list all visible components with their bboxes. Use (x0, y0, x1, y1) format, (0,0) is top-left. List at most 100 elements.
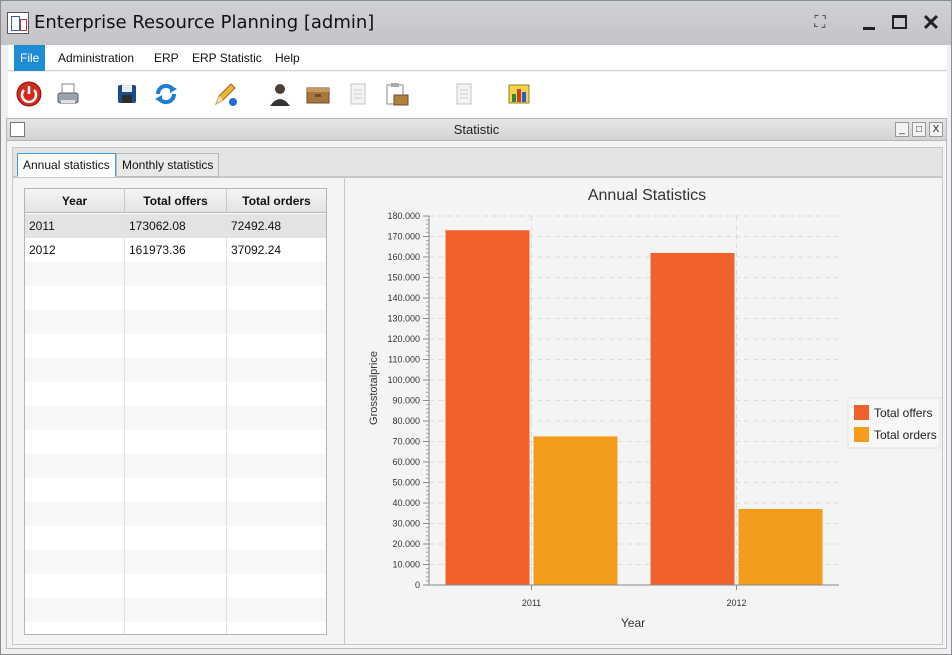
minimize-icon (863, 27, 875, 30)
legend-swatch (854, 427, 869, 442)
chart-title: Annual Statistics (588, 187, 706, 204)
column-header-total-offers[interactable]: Total offers (125, 189, 227, 213)
bar-total-orders[interactable] (738, 508, 823, 585)
column-header-total-orders[interactable]: Total orders (227, 189, 326, 213)
y-tick-label: 180.000 (387, 211, 420, 221)
y-tick-label: 120.000 (387, 334, 420, 344)
tab-annual-statistics[interactable]: Annual statistics (17, 153, 116, 177)
menu-erp[interactable]: ERP (148, 45, 185, 71)
y-tick-label: 60.000 (392, 457, 420, 467)
empty-cell (227, 598, 326, 622)
empty-cell (25, 454, 125, 478)
y-tick-label: 40.000 (392, 498, 420, 508)
empty-cell (227, 550, 326, 574)
empty-cell (227, 406, 326, 430)
table-row[interactable]: 2012 161973.36 37092.24 (25, 238, 326, 262)
empty-cell (227, 262, 326, 286)
statistic-frame: Statistic _ □ X Annual statistics Monthl… (6, 118, 947, 649)
frame-minimize-button[interactable]: _ (895, 122, 909, 137)
empty-table-row (25, 430, 326, 454)
y-tick-label: 0 (415, 580, 420, 590)
empty-cell (125, 358, 227, 382)
y-axis-label: Grosstotalprice (368, 351, 380, 425)
power-icon[interactable] (15, 80, 43, 108)
empty-cell (25, 382, 125, 406)
x-axis-label: Year (621, 616, 645, 630)
empty-cell (125, 526, 227, 550)
empty-table-row (25, 574, 326, 598)
edit-pencil-icon[interactable] (211, 80, 239, 108)
app-icon (7, 12, 29, 34)
y-tick-label: 10.000 (392, 560, 420, 570)
empty-cell (125, 430, 227, 454)
empty-table-row (25, 622, 326, 634)
chart-icon[interactable] (505, 80, 533, 108)
title-bar[interactable]: Enterprise Resource Planning [admin] ⛶ ✕ (1, 1, 951, 45)
empty-cell (227, 286, 326, 310)
box-icon[interactable] (304, 80, 332, 108)
y-tick-label: 30.000 (392, 519, 420, 529)
menu-erp-statistic[interactable]: ERP Statistic (186, 45, 268, 71)
empty-cell (227, 358, 326, 382)
empty-cell (25, 430, 125, 454)
column-header-year[interactable]: Year (25, 189, 125, 213)
document-icon[interactable] (344, 80, 372, 108)
empty-cell (125, 334, 227, 358)
empty-cell (25, 262, 125, 286)
table-row[interactable]: 2011 173062.08 72492.48 (25, 214, 326, 238)
empty-cell (25, 550, 125, 574)
frame-close-button[interactable]: X (929, 122, 943, 137)
bar-total-orders[interactable] (533, 436, 618, 585)
empty-cell (125, 502, 227, 526)
close-icon: ✕ (921, 10, 941, 35)
menu-file[interactable]: File (14, 45, 46, 71)
window-title: Enterprise Resource Planning [admin] (34, 12, 375, 33)
frame-maximize-button[interactable]: □ (912, 122, 926, 137)
empty-cell (25, 478, 125, 502)
empty-cell (25, 310, 125, 334)
empty-cell (25, 526, 125, 550)
empty-cell (25, 598, 125, 622)
empty-table-row (25, 478, 326, 502)
menu-administration[interactable]: Administration (52, 45, 140, 71)
menu-help[interactable]: Help (269, 45, 306, 71)
empty-cell (125, 454, 227, 478)
empty-cell (25, 574, 125, 598)
x-tick-label: 2011 (522, 598, 541, 608)
empty-cell (125, 382, 227, 406)
bar-total-offers[interactable] (650, 252, 735, 585)
minimize-button[interactable] (857, 11, 883, 35)
y-tick-label: 110.000 (388, 355, 420, 365)
refresh-icon[interactable] (152, 80, 180, 108)
user-icon[interactable] (266, 80, 294, 108)
y-tick-label: 150.000 (387, 273, 420, 283)
x-tick-label: 2012 (726, 598, 746, 608)
tab-content: Year Total offers Total orders 2011 1730… (12, 177, 943, 645)
document-2-icon[interactable] (450, 80, 478, 108)
empty-cell (125, 310, 227, 334)
bar-total-offers[interactable] (445, 230, 530, 586)
maximize-button[interactable] (887, 11, 913, 35)
table-pane: Year Total offers Total orders 2011 1730… (13, 178, 345, 644)
tab-monthly-statistics[interactable]: Monthly statistics (116, 153, 220, 177)
application-window: Enterprise Resource Planning [admin] ⛶ ✕… (0, 0, 952, 655)
annual-statistics-table[interactable]: Year Total offers Total orders 2011 1730… (24, 188, 327, 635)
empty-cell (227, 334, 326, 358)
statistic-frame-header[interactable]: Statistic _ □ X (7, 119, 946, 141)
empty-cell (227, 502, 326, 526)
save-icon[interactable] (113, 80, 141, 108)
y-tick-label: 50.000 (392, 478, 420, 488)
empty-cell (25, 622, 125, 634)
y-tick-label: 140.000 (387, 293, 420, 303)
printer-icon[interactable] (54, 80, 82, 108)
legend-swatch (854, 405, 869, 420)
empty-cell (25, 334, 125, 358)
y-tick-label: 100.000 (387, 375, 420, 385)
empty-cell (227, 454, 326, 478)
empty-cell (227, 430, 326, 454)
close-button[interactable]: ✕ (918, 11, 944, 35)
cell-year: 2011 (25, 214, 125, 238)
fullscreen-icon[interactable]: ⛶ (807, 11, 833, 35)
empty-table-row (25, 406, 326, 430)
clipboard-icon[interactable] (382, 80, 410, 108)
